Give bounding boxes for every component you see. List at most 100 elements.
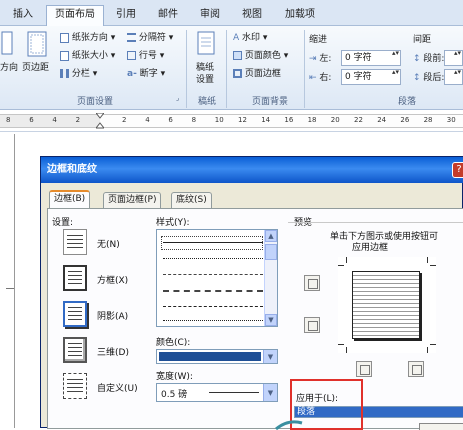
right-border-button[interactable] — [408, 361, 424, 377]
color-dropdown[interactable]: ▼ — [156, 349, 278, 364]
spacing-before-label: ↕ 段前: — [413, 54, 445, 64]
width-dropdown[interactable]: 0.5 磅 ▼ — [156, 383, 278, 402]
tab-shading[interactable]: 底纹(S) — [171, 192, 212, 208]
left-border-button[interactable] — [356, 361, 372, 377]
indent-left-label: ⇥ 左: — [309, 54, 332, 64]
horizontal-ruler: 8 6 4 2 2 4 6 8 10 12 14 16 18 20 22 24 26 28 30 — [0, 110, 463, 132]
ruler-number: 2 — [122, 116, 127, 124]
style-list-scrollbar[interactable]: ▲ ▼ — [264, 230, 277, 326]
paper-size-button[interactable]: 纸张大小 ▾ — [60, 48, 115, 61]
paper-orientation-button[interactable]: 纸张方向 ▾ — [60, 30, 115, 43]
draft-paper-icon — [197, 31, 215, 55]
page-color-button[interactable]: 页面颜色 ▾ — [233, 48, 288, 61]
tab-page-border[interactable]: 页面边框(P) — [103, 192, 162, 208]
tab-borders[interactable]: 边框(B) — [49, 190, 91, 209]
columns-button[interactable]: 分栏 ▾ — [60, 66, 97, 79]
width-sample-line — [209, 392, 259, 393]
setting-shadow-button[interactable] — [63, 301, 87, 327]
style-label: 样式(Y): — [156, 218, 190, 228]
orientation-label: 方向 — [0, 63, 19, 73]
dialog-title: 边框和底纹 — [41, 157, 463, 183]
scroll-thumb[interactable] — [265, 244, 277, 260]
tab-page-layout[interactable]: 页面布局 — [46, 5, 104, 26]
setting-box-button[interactable] — [63, 265, 87, 291]
scroll-up-icon[interactable]: ▲ — [265, 230, 277, 242]
setting-custom-icon — [64, 379, 86, 392]
chevron-down-icon[interactable]: ▼ — [263, 350, 277, 363]
draft-paper-button[interactable] — [196, 30, 216, 56]
setting-none-button[interactable] — [63, 229, 87, 255]
tab-view[interactable]: 视图 — [234, 6, 270, 24]
middle-border-button[interactable] — [304, 317, 320, 333]
setting-label: 设置: — [52, 218, 74, 228]
tab-addins[interactable]: 加载项 — [278, 6, 322, 24]
breaks-button[interactable]: 分隔符 ▾ — [127, 30, 173, 43]
scroll-down-icon[interactable]: ▼ — [265, 314, 277, 326]
help-button[interactable]: ? — [452, 162, 463, 178]
orientation-icon — [1, 31, 13, 55]
tab-insert[interactable]: 插入 — [4, 6, 42, 24]
ruler-number: 28 — [423, 116, 433, 124]
setting-box-label: 方框(X) — [97, 276, 129, 286]
setting-none-icon — [64, 235, 86, 248]
tab-review[interactable]: 审阅 — [192, 6, 228, 24]
ruler-number: 24 — [377, 116, 387, 124]
ruler-number: 22 — [354, 116, 363, 124]
color-label: 颜色(C): — [156, 338, 191, 348]
style-dotted[interactable] — [163, 258, 263, 259]
ruler-number: 6 — [168, 116, 173, 124]
ruler-number: 4 — [52, 116, 57, 124]
line-numbers-button[interactable]: 行号 ▾ — [127, 48, 164, 61]
hyphenation-button[interactable]: a‑ 断字 ▾ — [127, 66, 165, 79]
borders-panel: 设置: 无(N) 方框(X) 阴影(A) 三维(D) 自定义(U) 样式(Y): — [47, 208, 463, 430]
page-setup-dialog-launcher[interactable]: ⌟ — [176, 94, 179, 102]
style-list[interactable]: ▲ ▼ — [156, 229, 278, 327]
ruler-number: 26 — [400, 116, 410, 124]
preview-area[interactable] — [338, 257, 436, 353]
style-dashed-small[interactable] — [163, 274, 263, 275]
ruler-number: 2 — [75, 116, 81, 124]
style-dash-dot[interactable] — [163, 306, 263, 307]
page-borders-label: 页面边框 — [244, 69, 281, 79]
setting-3d-button[interactable] — [63, 337, 87, 363]
hyphenation-label: 断字 — [139, 69, 158, 79]
tab-mailings[interactable]: 邮件 — [150, 6, 186, 24]
chevron-down-icon[interactable]: ▼ — [263, 384, 277, 401]
indent-right-input[interactable]: 0 字符 — [341, 68, 401, 85]
line-numbers-icon — [127, 51, 136, 60]
top-border-button[interactable] — [304, 275, 320, 291]
spacing-before-input[interactable] — [444, 49, 463, 66]
ribbon-page-layout: 方向 页边距 纸张方向 ▾ 纸张大小 ▾ 分栏 ▾ 分隔符 ▾ 行号 ▾ a‑ … — [0, 26, 463, 110]
ruler-number: 14 — [261, 116, 271, 124]
tab-references[interactable]: 引用 — [108, 6, 144, 24]
orientation-button[interactable] — [0, 30, 14, 60]
style-dash-dot-dot[interactable] — [163, 320, 263, 321]
watermark-button[interactable]: A 水印 ▾ — [233, 30, 267, 43]
page-borders-button[interactable]: 页面边框 — [233, 66, 281, 79]
indent-left-input[interactable]: 0 字符 — [341, 49, 401, 66]
ruler-number: 4 — [145, 116, 150, 124]
style-dashed[interactable] — [163, 290, 263, 292]
indent-marker[interactable] — [94, 112, 106, 130]
ruler-number: 18 — [307, 116, 317, 124]
indent-right-icon: ⇤ — [309, 73, 317, 83]
spacing-after-input[interactable] — [444, 68, 463, 85]
style-solid[interactable] — [163, 242, 263, 243]
ribbon-tab-strip: 插入 页面布局 引用 邮件 审阅 视图 加载项 — [0, 0, 463, 26]
paper-size-label: 纸张大小 — [71, 51, 108, 61]
setting-custom-button[interactable] — [63, 373, 87, 399]
paper-orientation-icon — [60, 32, 69, 43]
paper-size-icon — [60, 50, 69, 61]
preview-hint-2: 应用边框 — [352, 243, 389, 253]
setting-shadow-icon — [65, 307, 85, 320]
setting-box-icon — [65, 271, 85, 284]
margins-button[interactable] — [26, 30, 48, 58]
ruler-number: 6 — [29, 116, 34, 124]
page-color-label: 页面颜色 — [244, 51, 281, 61]
options-button[interactable] — [419, 423, 463, 430]
ruler-number: 12 — [238, 116, 247, 124]
paragraph-group-label: 段落 — [397, 97, 416, 107]
setting-custom-label: 自定义(U) — [97, 384, 138, 394]
spacing-title: 间距 — [413, 35, 432, 45]
indent-title: 缩进 — [309, 35, 328, 45]
